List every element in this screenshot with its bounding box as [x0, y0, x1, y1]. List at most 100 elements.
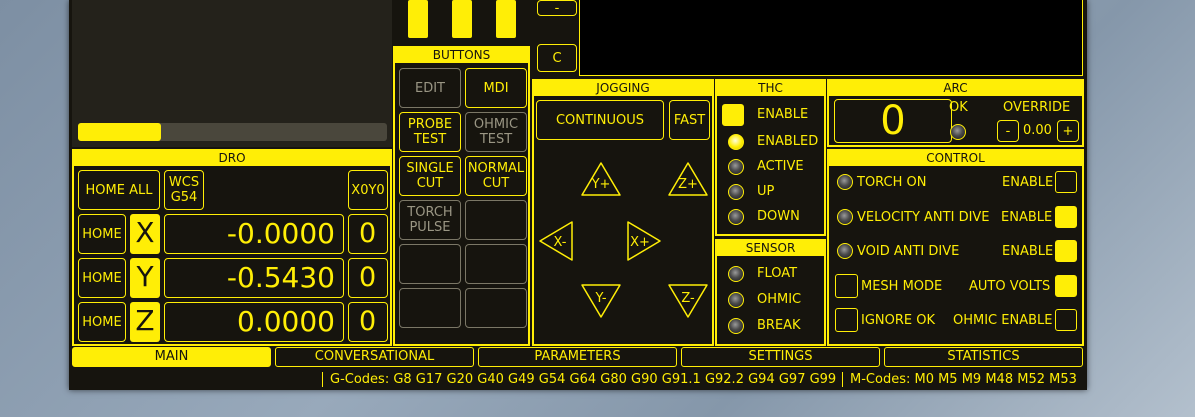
- thc-enabled-label: ENABLED: [757, 134, 819, 149]
- jog-xminus-label: X-: [554, 235, 567, 250]
- jog-xplus-button[interactable]: X+: [626, 220, 662, 262]
- break-led: [728, 318, 744, 334]
- mesh-mode-checkbox[interactable]: [835, 274, 858, 298]
- auto-volts-checkbox[interactable]: [1055, 275, 1077, 297]
- jog-xminus-button[interactable]: X-: [538, 220, 574, 262]
- dro-panel: DRO HOME ALL WCS G54 X0Y0 HOME X -0.0000…: [72, 149, 392, 346]
- single-cut-label-1: SINGLE: [406, 161, 454, 176]
- ohmic-enable-checkbox[interactable]: [1055, 309, 1077, 331]
- velocity-anti-dive-led: [837, 209, 853, 225]
- thc-enabled-led: [728, 134, 744, 150]
- sensor-panel: SENSOR FLOAT OHMIC BREAK: [715, 239, 826, 346]
- jog-zplus-button[interactable]: Z+: [667, 161, 709, 197]
- wcs-label: WCS: [168, 175, 200, 190]
- probe-test-button[interactable]: PROBE TEST: [399, 112, 461, 152]
- jog-zminus-button[interactable]: Z-: [667, 283, 709, 319]
- tab-statistics[interactable]: STATISTICS: [884, 347, 1083, 367]
- torch-enable-checkbox[interactable]: [1055, 171, 1077, 193]
- edit-button[interactable]: EDIT: [399, 68, 461, 108]
- single-cut-button[interactable]: SINGLE CUT: [399, 156, 461, 196]
- torch-pulse-button[interactable]: TORCH PULSE: [399, 200, 461, 240]
- jog-xplus-label: X+: [630, 235, 650, 250]
- mesh-mode-label: MESH MODE: [861, 279, 943, 294]
- thc-enable-checkbox[interactable]: [722, 104, 744, 126]
- jog-yplus-label: Y+: [591, 177, 611, 192]
- user-button-blank[interactable]: [399, 244, 461, 284]
- ignore-ok-label: IGNORE OK: [861, 313, 936, 328]
- clear-button[interactable]: C: [537, 44, 577, 72]
- normal-cut-button[interactable]: NORMAL CUT: [465, 156, 527, 196]
- user-button-blank[interactable]: [465, 288, 527, 328]
- status-divider: [842, 372, 843, 387]
- user-button-blank[interactable]: [465, 200, 527, 240]
- ohmic-led: [728, 292, 744, 308]
- z-offset-select[interactable]: 0: [348, 302, 388, 342]
- probe-test-label-2: TEST: [413, 132, 447, 147]
- probe-test-label-1: PROBE: [407, 117, 453, 132]
- z-position-value: 0.0000: [164, 302, 344, 342]
- jog-fast-button[interactable]: FAST: [669, 100, 710, 140]
- ohmic-enable-label: OHMIC ENABLE: [953, 313, 1053, 328]
- ohmic-test-button[interactable]: OHMIC TEST: [465, 112, 527, 152]
- torch-on-label: TORCH ON: [857, 175, 927, 190]
- indicator-bar: [452, 0, 472, 38]
- ignore-ok-checkbox[interactable]: [835, 308, 858, 332]
- tab-main[interactable]: MAIN: [72, 347, 271, 367]
- status-bar: G-Codes: G8 G17 G20 G40 G49 G54 G64 G80 …: [69, 369, 1087, 390]
- wcs-button[interactable]: WCS G54: [164, 170, 204, 210]
- minus-button[interactable]: -: [537, 0, 577, 16]
- sensor-header: SENSOR: [717, 241, 824, 256]
- ohmic-test-label-2: TEST: [479, 132, 513, 147]
- ohmic-test-label-1: OHMIC: [473, 117, 519, 132]
- jogging-header: JOGGING: [534, 81, 712, 96]
- indicator-bar: [408, 0, 428, 38]
- velocity-anti-dive-checkbox[interactable]: [1055, 206, 1077, 228]
- tab-parameters[interactable]: PARAMETERS: [478, 347, 677, 367]
- thc-panel: THC ENABLE ENABLED ACTIVE UP DOWN: [715, 79, 826, 236]
- void-anti-dive-enable-label: ENABLE: [1002, 244, 1054, 259]
- override-minus-button[interactable]: -: [997, 120, 1019, 142]
- mdi-button[interactable]: MDI: [465, 68, 527, 108]
- thc-up-label: UP: [757, 184, 775, 199]
- status-divider: [322, 372, 323, 387]
- x-position-value: -0.0000: [164, 214, 344, 254]
- home-x-button[interactable]: HOME: [78, 214, 126, 254]
- dro-header: DRO: [74, 151, 390, 166]
- override-plus-button[interactable]: +: [1057, 120, 1079, 142]
- x-offset-select[interactable]: 0: [348, 214, 388, 254]
- arc-voltage-display: 0: [834, 99, 952, 143]
- override-value: 0.00: [1023, 123, 1052, 138]
- thc-down-label: DOWN: [757, 209, 800, 224]
- auto-volts-label: AUTO VOLTS: [969, 279, 1051, 294]
- thc-down-led: [728, 209, 744, 225]
- jog-yminus-button[interactable]: Y-: [580, 283, 622, 319]
- tab-settings[interactable]: SETTINGS: [681, 347, 880, 367]
- normal-cut-label-2: CUT: [482, 176, 510, 191]
- void-anti-dive-checkbox[interactable]: [1055, 240, 1077, 262]
- float-led: [728, 266, 744, 282]
- y-position-value: -0.5430: [164, 258, 344, 298]
- jog-mode-button[interactable]: CONTINUOUS: [536, 100, 664, 140]
- buttons-header: BUTTONS: [395, 48, 528, 63]
- jog-yplus-button[interactable]: Y+: [580, 161, 622, 197]
- arc-ok-led: [950, 124, 966, 140]
- axis-z-label: Z: [130, 302, 160, 342]
- x0y0-button[interactable]: X0Y0: [348, 170, 388, 210]
- axis-x-label: X: [130, 214, 160, 254]
- gcodes-status: G-Codes: G8 G17 G20 G40 G49 G54 G64 G80 …: [330, 372, 837, 387]
- torch-pulse-label-2: PULSE: [409, 220, 451, 235]
- user-button-blank[interactable]: [465, 244, 527, 284]
- tab-conversational[interactable]: CONVERSATIONAL: [275, 347, 474, 367]
- home-z-button[interactable]: HOME: [78, 302, 126, 342]
- mcodes-status: M-Codes: M0 M5 M9 M48 M52 M53: [850, 372, 1077, 387]
- home-y-button[interactable]: HOME: [78, 258, 126, 298]
- control-panel: CONTROL TORCH ON ENABLE VELOCITY ANTI DI…: [827, 149, 1084, 346]
- torch-on-led: [837, 174, 853, 190]
- y-offset-select[interactable]: 0: [348, 258, 388, 298]
- normal-cut-label-1: NORMAL: [467, 161, 525, 176]
- home-all-button[interactable]: HOME ALL: [78, 170, 160, 210]
- jog-yminus-label: Y-: [594, 291, 606, 306]
- wcs-value: G54: [170, 190, 198, 205]
- user-button-blank[interactable]: [399, 288, 461, 328]
- float-label: FLOAT: [757, 266, 798, 281]
